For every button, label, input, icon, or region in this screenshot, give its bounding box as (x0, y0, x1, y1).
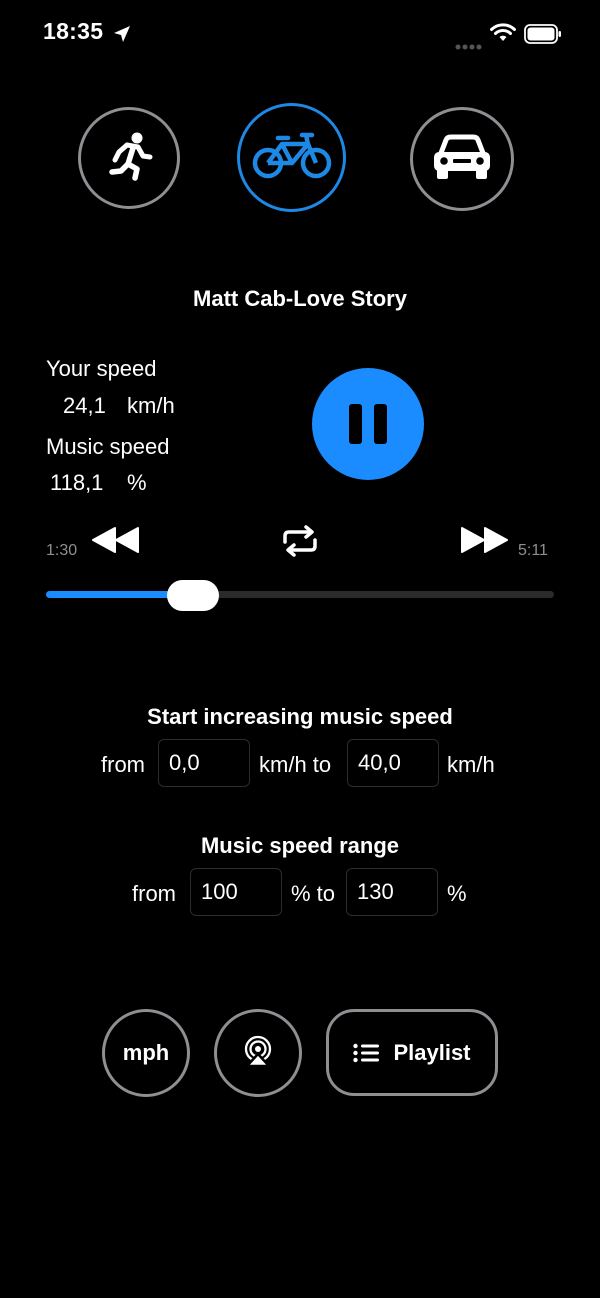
fast-forward-icon[interactable] (460, 527, 508, 558)
wifi-icon (490, 23, 516, 48)
airplay-icon (241, 1034, 275, 1073)
bicycle-icon (252, 130, 332, 185)
speed-trigger-unit-label: km/h (447, 752, 495, 777)
cellular-signal-icon (455, 37, 483, 55)
list-icon (353, 1043, 380, 1063)
speed-to-input[interactable] (347, 739, 439, 787)
mode-walk-button[interactable] (78, 107, 180, 209)
playlist-button[interactable]: Playlist (326, 1009, 498, 1096)
mph-label: mph (122, 1040, 170, 1065)
battery-icon (524, 24, 562, 49)
music-speed-label: Music speed (46, 434, 170, 459)
car-icon (431, 133, 493, 186)
your-speed-label: Your speed (46, 356, 157, 381)
pause-button[interactable] (312, 368, 424, 480)
speed-range-from-label: from (132, 881, 176, 906)
mph-button[interactable]: mph (102, 1009, 190, 1097)
range-from-input[interactable] (190, 868, 282, 916)
speed-range-unit-label: % (447, 881, 467, 906)
range-to-input[interactable] (346, 868, 438, 916)
speed-trigger-from-label: from (101, 752, 145, 777)
repeat-icon[interactable] (280, 525, 320, 562)
your-speed-value: 24,1 (63, 393, 106, 418)
speed-range-title: Music speed range (200, 833, 400, 858)
playlist-label: Playlist (393, 1039, 471, 1065)
speed-range-mid-label: % to (291, 881, 336, 906)
your-speed-unit: km/h (127, 393, 175, 418)
status-time: 18:35 (43, 18, 104, 44)
pause-icon (343, 404, 393, 444)
music-speed-value: 118,1 (50, 470, 104, 495)
song-title: Matt Cab-Love Story (193, 286, 407, 311)
progress-thumb[interactable] (167, 580, 220, 611)
elapsed-time: 1:30 (46, 542, 78, 559)
running-person-icon (105, 131, 153, 186)
music-speed-unit: % (127, 470, 147, 495)
speed-trigger-title: Start increasing music speed (147, 704, 453, 729)
rewind-icon[interactable] (92, 527, 140, 558)
mode-bike-button[interactable] (237, 103, 346, 212)
location-arrow-icon (112, 24, 132, 49)
total-time: 5:11 (518, 542, 548, 559)
speed-trigger-mid-label: km/h to (259, 752, 332, 777)
mode-car-button[interactable] (410, 107, 514, 211)
speed-from-input[interactable] (158, 739, 250, 787)
airplay-button[interactable] (214, 1009, 302, 1097)
